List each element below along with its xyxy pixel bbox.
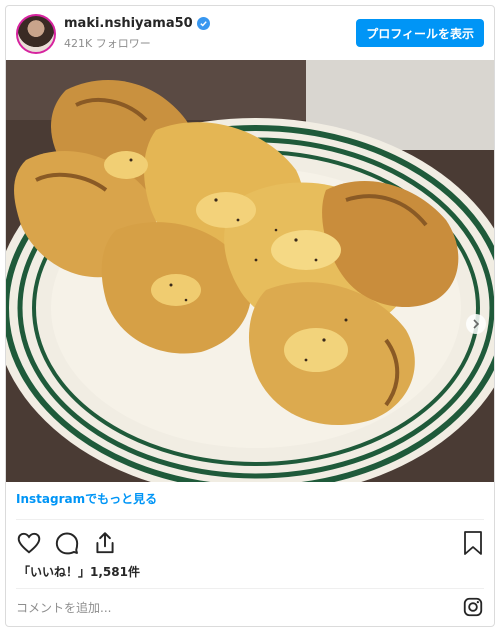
verified-badge-icon <box>196 17 210 30</box>
view-more-on-instagram-link[interactable]: Instagramでもっと見る <box>16 490 157 507</box>
heart-icon[interactable] <box>16 530 42 556</box>
post-actions <box>16 530 118 556</box>
view-profile-button[interactable]: プロフィールを表示 <box>356 19 484 47</box>
avatar[interactable] <box>16 14 56 54</box>
comment-bubble-icon[interactable] <box>54 530 80 556</box>
share-icon[interactable] <box>92 530 118 556</box>
post-photo[interactable] <box>6 60 494 482</box>
post-header: maki.nshiyama50 421K フォロワー プロフィールを表示 <box>6 6 494 60</box>
username[interactable]: maki.nshiyama50 <box>64 16 193 31</box>
instagram-embed-card: maki.nshiyama50 421K フォロワー プロフィールを表示 Ins… <box>5 5 495 627</box>
smashed-potatoes-image <box>6 60 494 482</box>
divider <box>16 519 484 520</box>
divider <box>16 588 484 589</box>
like-count[interactable]: 「いいね！」1,581件 <box>18 563 140 580</box>
chevron-right-icon[interactable] <box>466 314 486 334</box>
bookmark-icon[interactable] <box>462 530 484 556</box>
username-row: maki.nshiyama50 <box>64 16 210 31</box>
comment-input[interactable] <box>16 596 436 620</box>
instagram-logo-icon[interactable] <box>462 596 484 618</box>
follower-count: 421K フォロワー <box>64 37 151 50</box>
